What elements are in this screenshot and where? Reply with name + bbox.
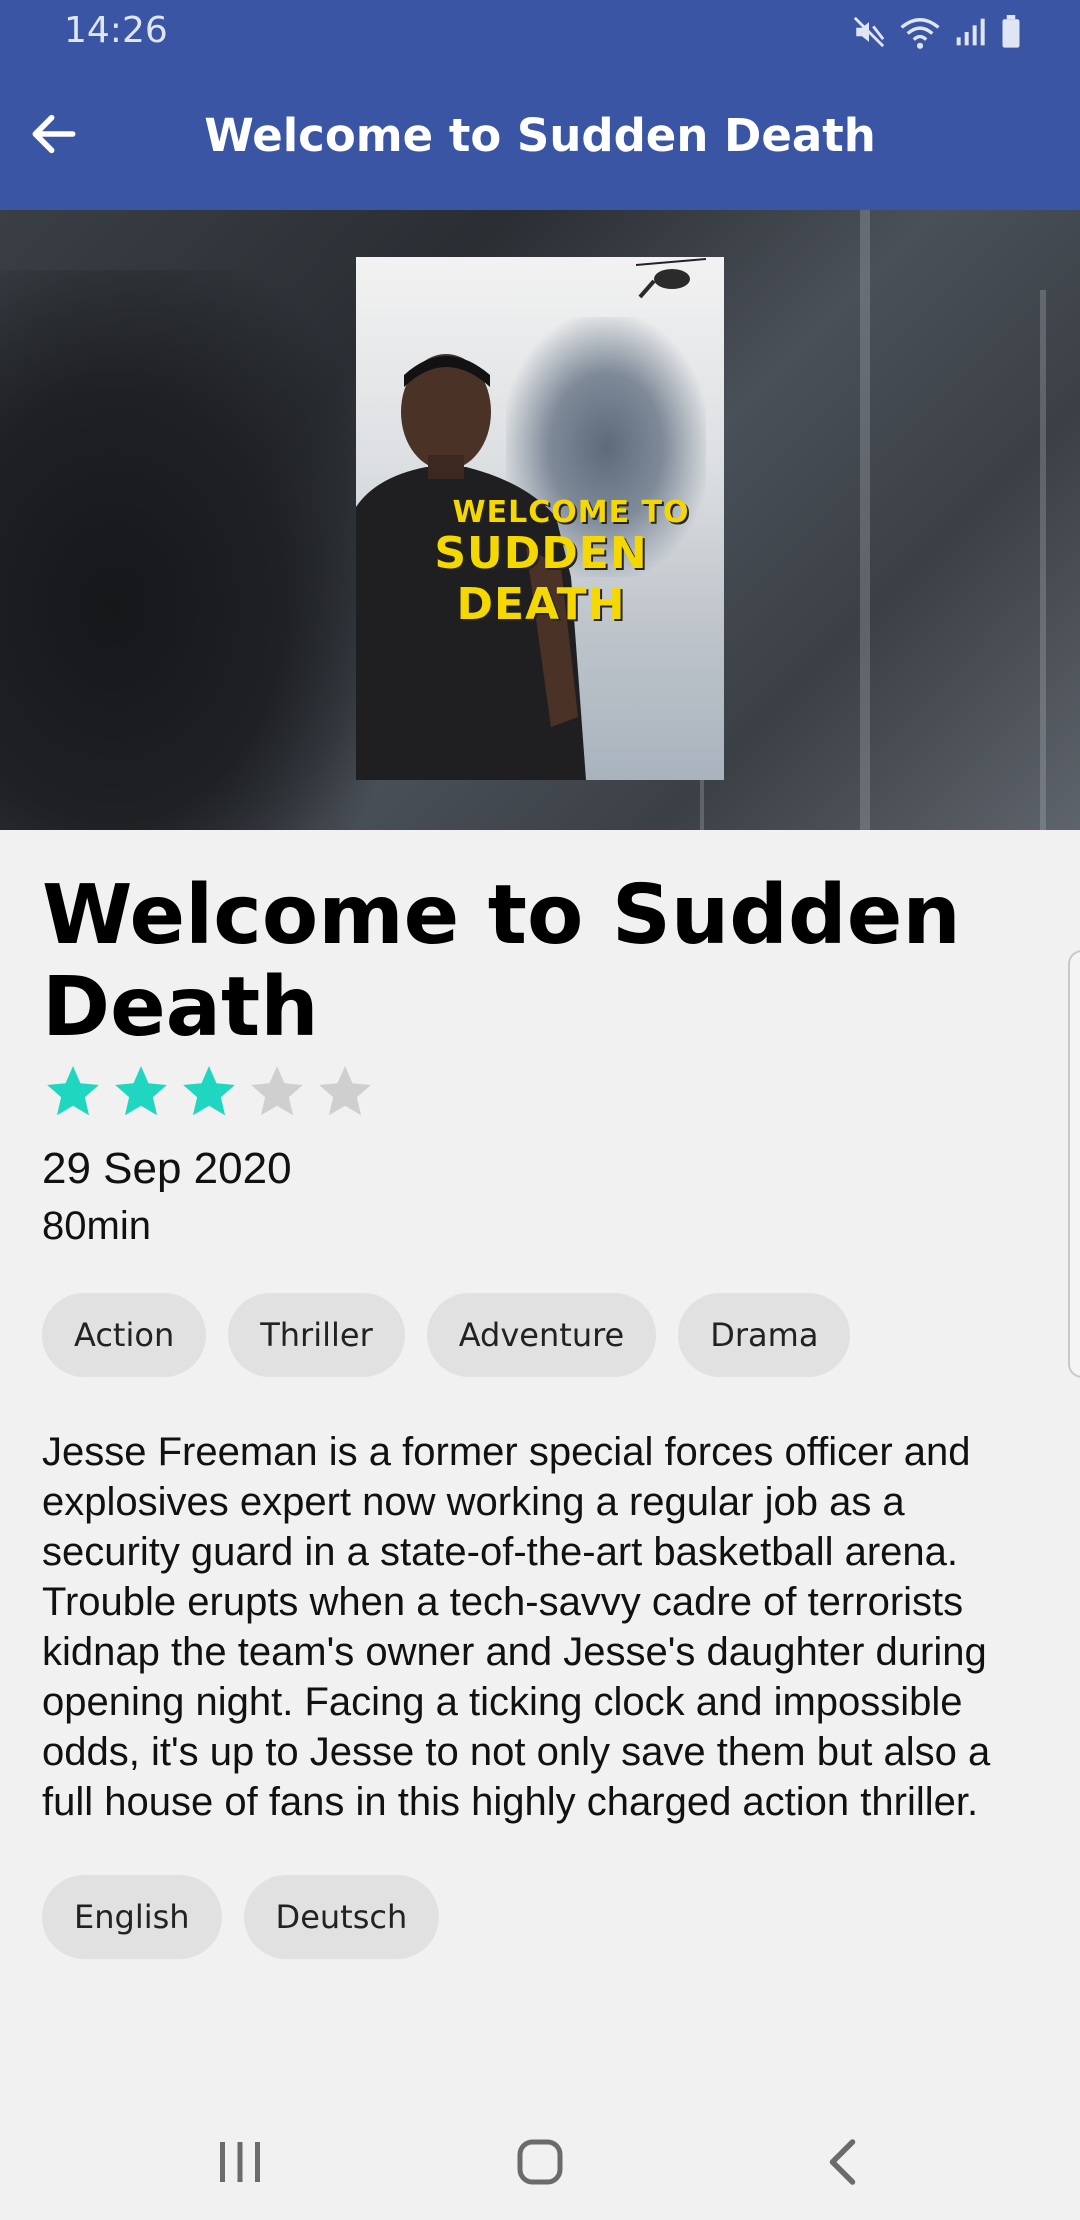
genre-chip[interactable]: Thriller bbox=[228, 1293, 405, 1377]
rating-stars bbox=[42, 1060, 1042, 1124]
poster-title: WELCOME TO SUDDEN DEATH bbox=[434, 495, 690, 630]
status-icons bbox=[852, 14, 1022, 50]
genre-chip[interactable]: Action bbox=[42, 1293, 207, 1377]
genre-chips: Action Thriller Adventure Drama bbox=[42, 1293, 1042, 1377]
genre-chip[interactable]: Drama bbox=[678, 1293, 851, 1377]
language-chip[interactable]: English bbox=[42, 1875, 222, 1959]
release-date: 29 Sep 2020 bbox=[42, 1144, 292, 1193]
signal-icon bbox=[956, 18, 985, 46]
genre-chip[interactable]: Adventure bbox=[426, 1293, 657, 1377]
star-empty-icon bbox=[319, 1066, 371, 1116]
movie-poster: WELCOME TO SUDDEN DEATH bbox=[356, 257, 724, 780]
back-icon[interactable] bbox=[815, 2132, 875, 2192]
status-time: 14:26 bbox=[64, 10, 168, 51]
system-nav-bar bbox=[0, 2100, 1080, 2220]
language-chips: English Deutsch bbox=[42, 1875, 1042, 1959]
star-filled-icon bbox=[183, 1066, 235, 1116]
wifi-icon bbox=[900, 18, 940, 49]
star-filled-icon bbox=[47, 1066, 99, 1116]
helicopter-graphic bbox=[636, 258, 706, 299]
star-empty-icon bbox=[251, 1066, 303, 1116]
status-bar: 14:26 bbox=[0, 0, 1080, 66]
backdrop-image: WELCOME TO SUDDEN DEATH bbox=[0, 210, 1080, 830]
app-bar: Welcome to Sudden Death bbox=[0, 66, 1080, 210]
language-chip[interactable]: Deutsch bbox=[243, 1875, 440, 1959]
app-bar-title: Welcome to Sudden Death bbox=[204, 109, 876, 162]
runtime: 80min bbox=[42, 1204, 151, 1248]
battery-icon bbox=[1002, 15, 1020, 48]
edge-panel-handle[interactable] bbox=[1068, 950, 1080, 1378]
movie-details: Welcome to Sudden Death 29 Sep 2020 80mi… bbox=[42, 870, 1042, 1959]
movie-title: Welcome to Sudden Death bbox=[42, 868, 961, 1055]
mute-icon bbox=[853, 16, 885, 48]
star-filled-icon bbox=[115, 1066, 167, 1116]
overview-text: Jesse Freeman is a former special forces… bbox=[42, 1430, 991, 1824]
recents-icon[interactable] bbox=[210, 2132, 270, 2192]
home-icon[interactable] bbox=[510, 2132, 570, 2192]
